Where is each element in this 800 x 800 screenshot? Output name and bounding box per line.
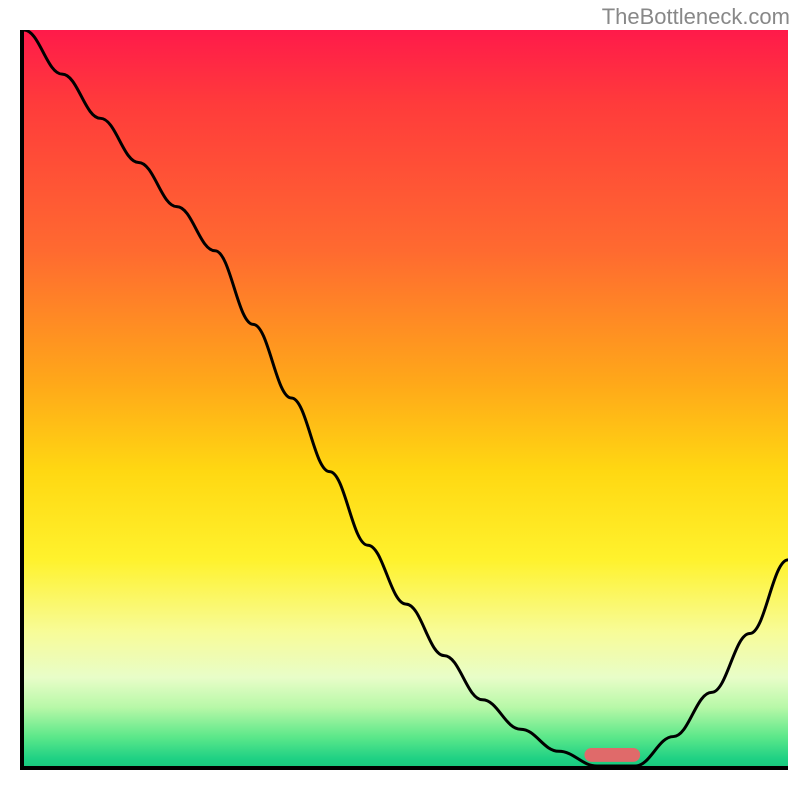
chart-overlay-svg xyxy=(24,30,788,766)
watermark-text: TheBottleneck.com xyxy=(602,4,790,30)
plot-area xyxy=(24,30,788,766)
bottleneck-curve xyxy=(24,30,788,766)
chart-frame xyxy=(20,30,788,770)
minimum-marker xyxy=(584,748,640,762)
